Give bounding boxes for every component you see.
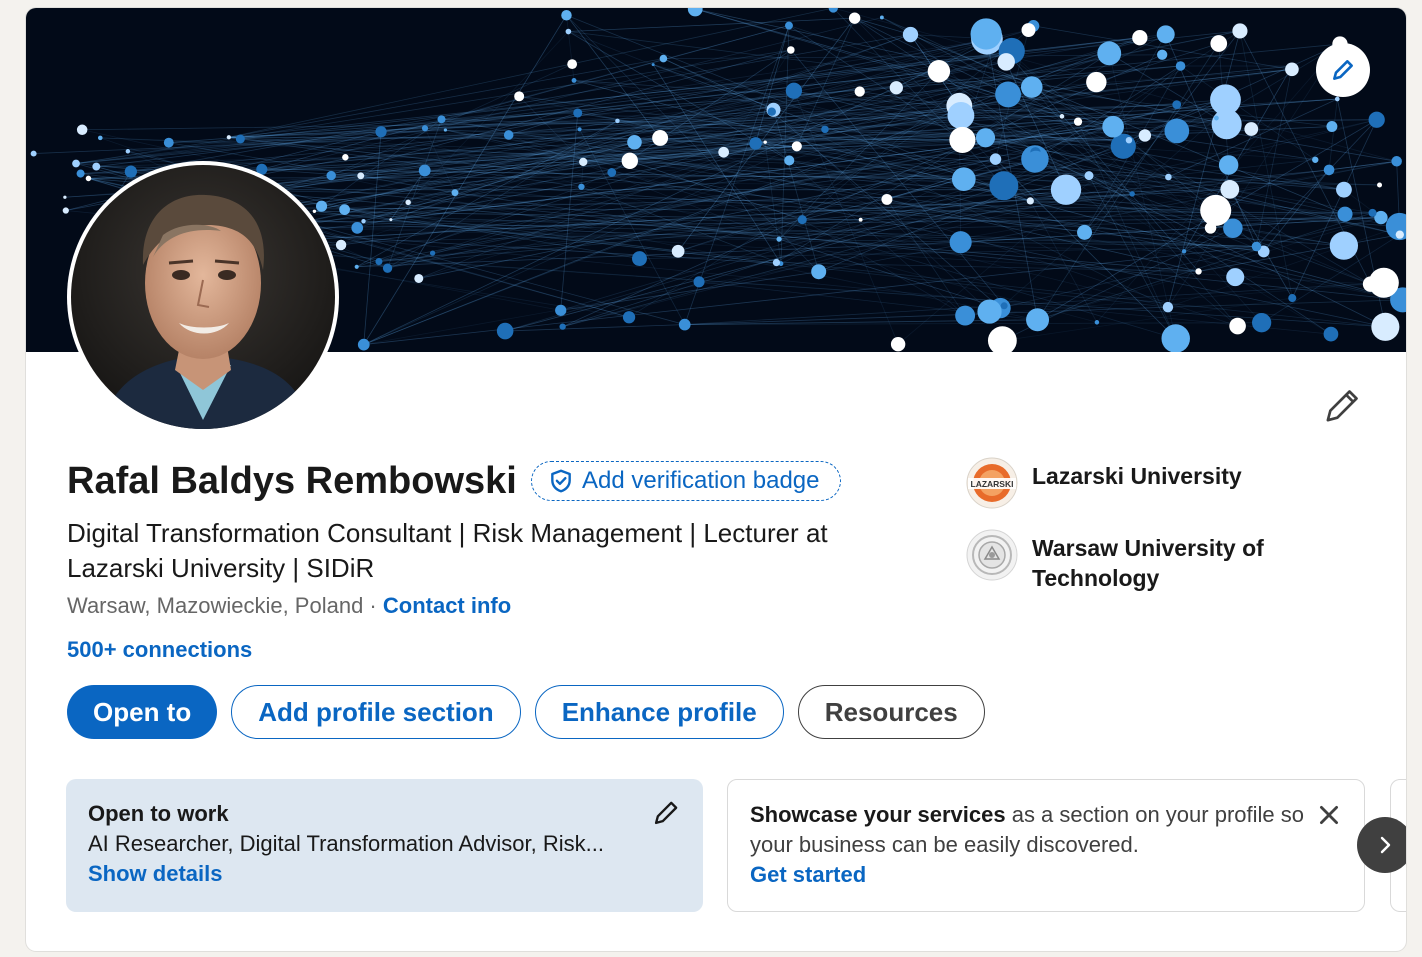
close-icon[interactable] [1316,802,1342,828]
pencil-icon[interactable] [652,799,680,827]
carousel-next-button[interactable] [1357,817,1406,873]
show-details-link[interactable]: Show details [88,859,681,889]
add-verification-badge-button[interactable]: Add verification badge [531,461,841,501]
education-list: LAZARSKI Lazarski University Warsaw Univ… [966,457,1386,613]
open-to-work-title: Open to work [88,801,229,826]
resources-button[interactable]: Resources [797,685,985,739]
enhance-profile-button[interactable]: Enhance profile [534,685,784,739]
showcase-services-bold: Showcase your services [750,802,1006,827]
open-to-work-roles: AI Researcher, Digital Transformation Ad… [88,831,604,856]
profile-photo-image [71,165,335,429]
showcase-services-card: Showcase your services as a section on y… [727,779,1365,912]
pencil-icon [1326,390,1358,422]
profile-top-card: Rafal Baldys Rembowski Add verification … [26,8,1406,951]
location-line: Warsaw, Mazowieckie, Poland · Contact in… [67,593,511,619]
education-item-lazarski[interactable]: LAZARSKI Lazarski University [966,457,1386,509]
location-text: Warsaw, Mazowieckie, Poland [67,593,364,618]
lazarski-university-logo: LAZARSKI [966,457,1018,509]
edit-intro-button[interactable] [1322,386,1362,426]
profile-actions: Open to Add profile section Enhance prof… [67,685,985,739]
lazarski-logo-text: LAZARSKI [971,479,1014,489]
location-separator: · [363,593,383,618]
add-profile-section-button[interactable]: Add profile section [231,685,521,739]
profile-name: Rafal Baldys Rembowski [67,460,517,502]
education-name: Warsaw University of Technology [1032,535,1264,591]
warsaw-university-logo [966,529,1018,581]
education-item-warsaw-tech[interactable]: Warsaw University of Technology [966,529,1386,593]
showcase-services-text: Showcase your services as a section on y… [750,800,1310,860]
connections-link[interactable]: 500+ connections [67,637,252,663]
open-to-work-card: Open to work AI Researcher, Digital Tran… [66,779,703,912]
profile-photo[interactable] [67,161,339,433]
pencil-icon [1333,60,1353,80]
edit-banner-button[interactable] [1316,43,1370,97]
chevron-right-icon [1380,836,1391,854]
get-started-link[interactable]: Get started [750,860,1342,890]
verification-badge-label: Add verification badge [582,467,820,494]
profile-headline: Digital Transformation Consultant | Risk… [67,518,828,583]
shield-check-icon [551,469,571,493]
open-to-button[interactable]: Open to [67,685,218,739]
education-name: Lazarski University [1032,463,1242,489]
contact-info-link[interactable]: Contact info [383,593,511,618]
